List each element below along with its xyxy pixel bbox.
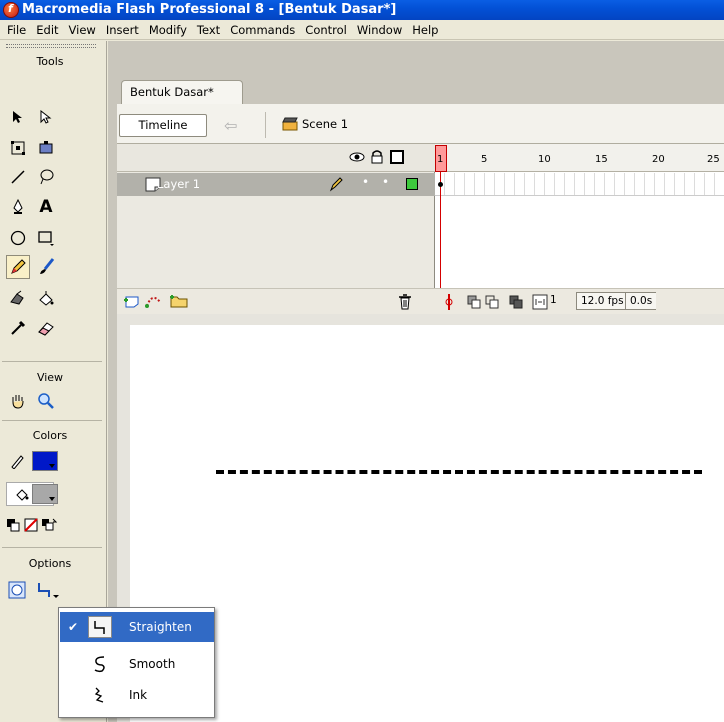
paint-bucket-tool-icon[interactable] <box>34 286 58 310</box>
menu-option-ink[interactable]: Ink <box>60 680 214 710</box>
add-motion-guide-icon[interactable] <box>144 294 164 309</box>
rectangle-tool-icon[interactable] <box>34 226 58 250</box>
flash-app-icon: f <box>3 2 19 18</box>
stroke-color-swatch[interactable] <box>32 451 58 471</box>
straighten-icon <box>88 616 112 638</box>
window-title: Macromedia Flash Professional 8 - [Bentu… <box>22 2 397 17</box>
ink-icon <box>88 684 112 706</box>
menu-text[interactable]: Text <box>192 20 225 40</box>
elapsed-time-display: 0.0s <box>625 292 657 310</box>
layer-edit-pencil-icon <box>329 177 343 192</box>
layer-outline-color-icon[interactable] <box>406 178 418 190</box>
frame-number-5: 5 <box>481 154 488 165</box>
brush-tool-icon[interactable] <box>34 255 58 279</box>
menu-insert[interactable]: Insert <box>101 20 144 40</box>
pencil-mode-menu: ✔ Straighten Smooth Ink <box>58 607 215 718</box>
fill-color-swatch[interactable] <box>32 484 58 504</box>
hand-tool-icon[interactable] <box>6 389 30 413</box>
edit-bar <box>117 104 724 144</box>
eyedropper-tool-icon[interactable] <box>6 316 30 340</box>
options-title: Options <box>28 557 72 570</box>
menu-help[interactable]: Help <box>407 20 443 40</box>
layer-lock-dot-icon[interactable]: • <box>382 175 389 189</box>
pen-tool-icon[interactable] <box>6 195 30 219</box>
back-arrow-icon[interactable]: ⇦ <box>224 116 237 135</box>
layer-frame-row[interactable] <box>435 173 724 196</box>
menu-edit[interactable]: Edit <box>31 20 63 40</box>
smooth-icon <box>88 653 112 675</box>
selection-tool-icon[interactable] <box>6 105 30 129</box>
eraser-tool-icon[interactable] <box>34 316 58 340</box>
onion-skin-outlines-icon[interactable] <box>485 295 499 309</box>
frame-number-25: 25 <box>707 154 720 165</box>
layer-name[interactable]: Layer 1 <box>157 177 200 191</box>
smooth-label: Smooth <box>129 657 176 671</box>
insert-layer-icon[interactable] <box>123 294 141 309</box>
lock-icon[interactable] <box>370 149 384 164</box>
subselection-tool-icon[interactable] <box>34 105 58 129</box>
timeline-toggle-button[interactable]: Timeline <box>119 114 207 137</box>
frame-rate-display[interactable]: 12.0 fps <box>576 292 629 310</box>
layers-header <box>117 144 435 172</box>
layers-footer <box>117 288 435 314</box>
menu-option-smooth[interactable]: Smooth <box>60 649 214 679</box>
show-hide-eye-icon[interactable] <box>349 151 365 163</box>
black-white-icon[interactable] <box>4 513 22 537</box>
insert-layer-folder-icon[interactable] <box>169 293 189 309</box>
drawn-dashed-line[interactable] <box>216 470 702 474</box>
frame-number-15: 15 <box>595 154 608 165</box>
menu-bar: File Edit View Insert Modify Text Comman… <box>0 20 724 40</box>
menu-modify[interactable]: Modify <box>144 20 192 40</box>
edit-multiple-frames-icon[interactable] <box>509 295 523 309</box>
keyframe-dot[interactable] <box>438 182 443 187</box>
outline-toggle-icon[interactable] <box>390 150 404 164</box>
panel-grip[interactable] <box>6 44 96 48</box>
check-icon: ✔ <box>68 620 79 634</box>
gradient-transform-tool-icon[interactable] <box>34 136 58 160</box>
oval-tool-icon[interactable] <box>6 226 30 250</box>
object-drawing-icon[interactable] <box>6 579 28 601</box>
menu-window[interactable]: Window <box>352 20 407 40</box>
scene-label[interactable]: Scene 1 <box>302 117 348 131</box>
current-frame-display: 1 <box>550 294 557 306</box>
menu-commands[interactable]: Commands <box>225 20 300 40</box>
document-tab[interactable]: Bentuk Dasar* <box>121 80 243 104</box>
menu-file[interactable]: File <box>2 20 31 40</box>
fill-bucket-icon <box>10 482 34 506</box>
stroke-color-pencil-icon <box>6 449 30 473</box>
ink-bottle-tool-icon[interactable] <box>6 286 30 310</box>
menu-control[interactable]: Control <box>300 20 352 40</box>
scene-clapper-icon <box>282 117 298 131</box>
no-color-icon[interactable] <box>22 513 40 537</box>
swap-colors-icon[interactable] <box>40 513 58 537</box>
frame-number-20: 20 <box>652 154 665 165</box>
frame-ruler[interactable] <box>435 144 724 172</box>
window-title-bar: Macromedia Flash Professional 8 - [Bentu… <box>0 0 724 20</box>
menu-option-straighten[interactable]: ✔ Straighten <box>60 612 214 642</box>
pencil-mode-straighten-icon[interactable] <box>33 579 63 601</box>
zoom-tool-icon[interactable] <box>34 389 58 413</box>
straighten-label: Straighten <box>129 620 192 634</box>
free-transform-tool-icon[interactable] <box>6 136 30 160</box>
view-title: View <box>36 371 64 384</box>
playhead-line <box>440 172 441 288</box>
lasso-tool-icon[interactable] <box>34 165 58 189</box>
line-tool-icon[interactable] <box>6 165 30 189</box>
onion-skin-icon[interactable] <box>467 295 481 309</box>
ink-label: Ink <box>129 688 148 702</box>
frame-number-1: 1 <box>437 154 444 165</box>
colors-title: Colors <box>32 429 68 442</box>
center-frame-icon[interactable] <box>443 293 455 311</box>
layer-visible-dot-icon[interactable]: • <box>362 175 369 189</box>
text-tool-icon[interactable]: A <box>34 195 58 219</box>
pencil-tool-icon[interactable] <box>6 255 30 279</box>
toolbar-divider <box>265 112 266 138</box>
menu-view[interactable]: View <box>64 20 101 40</box>
tools-title: Tools <box>36 55 64 68</box>
stage-canvas[interactable] <box>130 325 724 722</box>
delete-layer-icon[interactable] <box>397 294 413 310</box>
frame-number-10: 10 <box>538 154 551 165</box>
